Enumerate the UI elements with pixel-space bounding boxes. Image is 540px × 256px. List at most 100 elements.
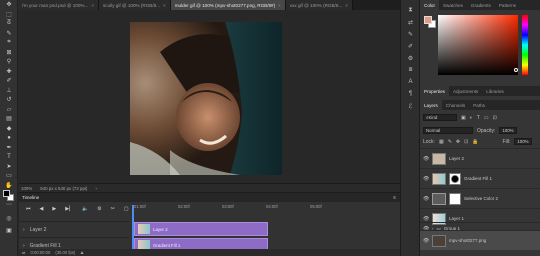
panel-menu-icon[interactable]: ≡ <box>393 195 396 201</box>
quick-mask-icon[interactable]: ◎ <box>0 214 18 224</box>
brush-tool-icon[interactable]: ✐ <box>0 76 18 86</box>
paintbrush-icon[interactable]: ✐ <box>401 40 420 52</box>
glyphs-icon[interactable]: ℰ <box>401 100 420 112</box>
foreground-color-swatch[interactable] <box>424 16 432 24</box>
type-tool-icon[interactable]: T <box>0 152 18 162</box>
eye-icon[interactable]: 👁 <box>423 238 429 244</box>
current-timecode[interactable]: 0:00:00:00 <box>31 250 51 255</box>
eyedropper-tool-icon[interactable]: ⚲ <box>0 57 18 67</box>
lock-artboard-icon[interactable]: ⊡ <box>464 139 468 145</box>
lock-position-icon[interactable]: ✥ <box>456 139 460 145</box>
lasso-tool-icon[interactable]: ᘔ <box>0 19 18 29</box>
history-icon[interactable]: ⧗ <box>401 4 420 16</box>
pen-tool-icon[interactable]: ✒ <box>0 143 18 153</box>
tab-properties[interactable]: Properties <box>420 86 449 96</box>
move-tool-icon[interactable]: ✥ <box>0 0 18 10</box>
3d-cube-icon[interactable]: ⧈ <box>401 64 420 76</box>
character-icon[interactable]: A <box>401 76 420 88</box>
filter-smart-icon[interactable]: ⊡ <box>493 115 497 121</box>
eye-icon[interactable]: 👁 <box>423 156 429 162</box>
eraser-tool-icon[interactable]: ▱ <box>0 105 18 115</box>
shape-tool-icon[interactable]: ▭ <box>0 171 18 181</box>
filter-kind-select[interactable]: ⌕ Kind <box>423 114 457 121</box>
play-icon[interactable]: ▶ <box>52 206 56 212</box>
history-brush-tool-icon[interactable]: ↺ <box>0 95 18 105</box>
document-tab[interactable]: xxx gif @ 100% (RGB/8... × <box>285 0 353 10</box>
chevron-right-icon[interactable]: › <box>23 227 25 233</box>
next-frame-icon[interactable]: ▶▏ <box>65 206 73 212</box>
settings-icon[interactable]: ⚙ <box>97 206 101 212</box>
document-tab[interactable]: scully gif @ 100% (RGB/8... × <box>99 0 171 10</box>
screen-mode-icon[interactable]: ▣ <box>0 226 18 236</box>
crop-tool-icon[interactable]: ⌗ <box>0 38 18 48</box>
close-icon[interactable]: × <box>345 3 348 8</box>
eye-icon[interactable]: 👁 <box>423 216 429 222</box>
document-tab[interactable]: i'm your man psd.psd @ 100%... × <box>18 0 99 10</box>
split-icon[interactable]: ✂ <box>111 206 115 212</box>
document-canvas-image[interactable] <box>130 22 282 175</box>
transition-icon[interactable]: ▢ <box>124 206 129 212</box>
layer-thumbnail <box>432 234 446 247</box>
zoom-out-icon[interactable]: ⛰ <box>80 250 84 255</box>
tab-layers[interactable]: Layers <box>420 100 442 110</box>
tab-color[interactable]: Color <box>420 0 439 10</box>
blur-tool-icon[interactable]: ◆ <box>0 124 18 134</box>
chevron-right-icon[interactable]: › <box>95 186 96 191</box>
layer-row[interactable]: 👁 Selective Color 2 <box>420 188 540 208</box>
lock-transparency-icon[interactable]: ▦ <box>439 139 444 145</box>
swap-icon[interactable]: ⇄ <box>401 16 420 28</box>
blend-mode-select[interactable]: Normal <box>423 127 473 134</box>
tab-patterns[interactable]: Patterns <box>495 0 520 10</box>
eye-icon[interactable]: 👁 <box>423 196 429 202</box>
convert-frames-icon[interactable]: ⇄ <box>22 250 26 255</box>
tab-channels[interactable]: Channels <box>442 100 469 110</box>
chevron-right-icon[interactable]: › <box>23 243 25 249</box>
paragraph-icon[interactable]: ¶ <box>401 88 420 100</box>
opacity-value: 100% <box>502 128 514 133</box>
quick-select-tool-icon[interactable]: ✎ <box>0 29 18 39</box>
path-select-tool-icon[interactable]: ➤ <box>0 162 18 172</box>
previous-frame-icon[interactable]: ◀ <box>40 206 44 212</box>
first-frame-icon[interactable]: ⏮ <box>26 206 31 212</box>
hand-tool-icon[interactable]: ✋ <box>0 181 18 191</box>
filter-type-icon[interactable]: T <box>477 115 480 121</box>
tab-swatches[interactable]: Swatches <box>439 0 467 10</box>
fill-input[interactable]: 100% <box>514 138 533 145</box>
lock-pixels-icon[interactable]: ✎ <box>448 139 452 145</box>
brush-settings-icon[interactable]: ✎ <box>401 28 420 40</box>
timeline-clip[interactable]: Layer 2 <box>134 222 268 236</box>
layer-row[interactable]: 👁 Layer 2 <box>420 148 540 168</box>
close-icon[interactable]: × <box>278 3 281 8</box>
color-picker-field[interactable] <box>438 15 518 75</box>
gradient-tool-icon[interactable]: ▤ <box>0 114 18 124</box>
healing-brush-tool-icon[interactable]: ✚ <box>0 67 18 77</box>
time-ruler[interactable]: 01:00f 02:00f 03:00f 04:00f 05:00f <box>134 204 400 213</box>
clone-source-icon[interactable]: ⚙ <box>401 52 420 64</box>
tab-adjustments[interactable]: Adjustments <box>449 86 482 96</box>
clone-stamp-tool-icon[interactable]: ⊥ <box>0 86 18 96</box>
layer-row-selected[interactable]: 👁 mpv-shot0277.png <box>420 230 540 250</box>
filter-adjustment-icon[interactable]: ◐ <box>470 115 473 121</box>
color-picker-cursor[interactable] <box>514 68 518 72</box>
layer-row[interactable]: 👁 Gradient Fill 1 <box>420 168 540 188</box>
opacity-input[interactable]: 100% <box>499 127 518 134</box>
tab-libraries[interactable]: Libraries <box>482 86 508 96</box>
tab-paths[interactable]: Paths <box>469 100 489 110</box>
close-icon[interactable]: × <box>91 3 94 8</box>
dodge-tool-icon[interactable]: ● <box>0 133 18 143</box>
lock-all-icon[interactable]: 🔒 <box>472 139 478 145</box>
filter-shape-icon[interactable]: ▭ <box>484 115 489 121</box>
track-header[interactable]: › Layer 2 <box>19 221 129 237</box>
tab-gradients[interactable]: Gradients <box>467 0 495 10</box>
eye-icon[interactable]: 👁 <box>423 176 429 182</box>
audio-icon[interactable]: 🔈 <box>82 206 88 212</box>
timeline-title[interactable]: Timeline <box>22 195 39 200</box>
marquee-tool-icon[interactable]: ⬚ <box>0 10 18 20</box>
filter-pixel-icon[interactable]: ▣ <box>461 115 466 121</box>
document-tab-active[interactable]: mulder gif @ 100% (mpv-shot0277.png, RGB… <box>170 0 286 10</box>
zoom-level[interactable]: 100% <box>21 186 32 191</box>
foreground-color-swatch[interactable] <box>3 190 10 197</box>
hue-slider[interactable] <box>522 15 528 75</box>
frame-tool-icon[interactable]: ⊠ <box>0 48 18 58</box>
close-icon[interactable]: × <box>163 3 166 8</box>
